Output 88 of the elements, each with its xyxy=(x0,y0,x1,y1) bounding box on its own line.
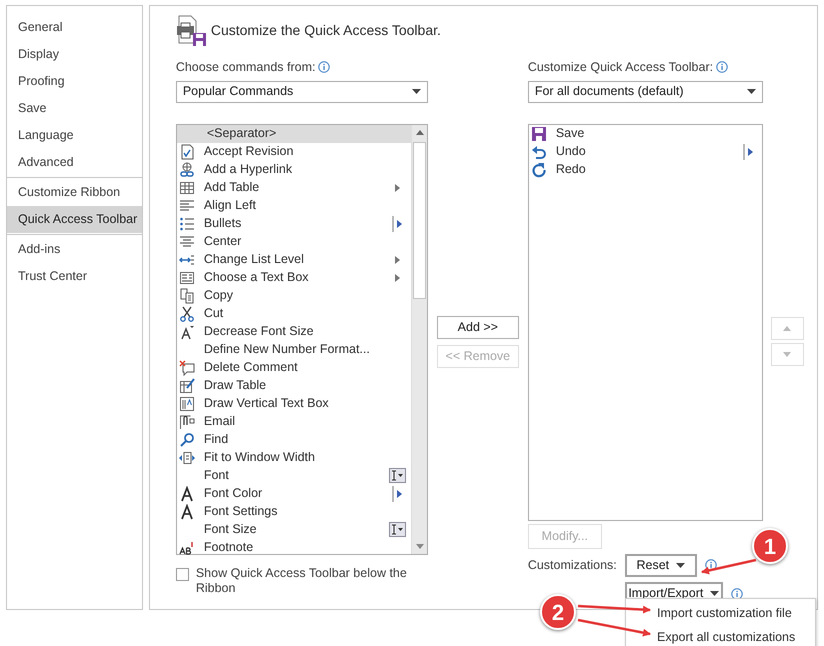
submenu-arrow-icon xyxy=(395,256,400,264)
list-item[interactable]: Decrease Font Size xyxy=(176,322,411,341)
section-title: Customize the Quick Access Toolbar. xyxy=(210,20,441,40)
submenu-arrow-icon xyxy=(395,274,400,282)
up-arrow-icon xyxy=(783,326,792,331)
field-label: Choose commands from: xyxy=(176,59,316,76)
sidebar-item[interactable]: Add-ins xyxy=(7,236,142,263)
scissors-icon xyxy=(178,306,195,322)
redo-arrow-icon xyxy=(530,162,547,178)
table-icon xyxy=(178,180,195,196)
vertical-text-box-icon xyxy=(178,396,195,412)
letter-icon xyxy=(178,486,195,502)
list-item[interactable]: Center xyxy=(176,232,411,251)
split-arrow-icon xyxy=(392,486,404,502)
split-arrow-icon xyxy=(392,216,404,232)
reset-button[interactable]: Reset xyxy=(624,554,697,577)
text-box-icon xyxy=(178,270,195,286)
list-item[interactable]: Draw Table xyxy=(176,376,411,395)
scroll-down-icon[interactable] xyxy=(416,544,424,549)
toolbar-icon xyxy=(176,14,207,46)
caret-icon xyxy=(676,562,686,568)
field-label: Customizations: xyxy=(528,556,618,574)
list-item[interactable]: <Separator> xyxy=(176,124,411,143)
text-cursor-dropdown-icon xyxy=(389,522,406,538)
checkbox-label: Show Quick Access Toolbar below the Ribbon xyxy=(196,566,408,596)
globe-link-icon xyxy=(178,162,195,178)
scrollbar[interactable] xyxy=(410,124,427,554)
scroll-up-icon[interactable] xyxy=(416,130,424,135)
sidebar-item[interactable]: General xyxy=(7,14,142,41)
list-item[interactable]: Change List Level xyxy=(176,250,411,269)
list-item[interactable]: Copy xyxy=(176,286,411,305)
sidebar-item[interactable]: Save xyxy=(7,95,142,122)
list-item[interactable]: Add Table xyxy=(176,178,411,197)
list-item[interactable]: Redo xyxy=(528,160,762,179)
list-item[interactable]: Delete Comment xyxy=(176,358,411,377)
list-item[interactable]: Save xyxy=(528,124,762,143)
caret-icon xyxy=(412,89,421,94)
list-item[interactable]: Font Size xyxy=(176,520,411,539)
list-item[interactable]: Choose a Text Box xyxy=(176,268,411,287)
add-button[interactable]: Add >> xyxy=(436,316,519,339)
menu-item[interactable]: Export all customizations xyxy=(626,625,815,646)
list-item[interactable]: Find xyxy=(176,430,411,449)
list-item[interactable]: Align Left xyxy=(176,196,411,215)
list-item[interactable]: Add a Hyperlink xyxy=(176,160,411,179)
checkbox[interactable] xyxy=(176,568,189,581)
fit-width-icon xyxy=(178,450,195,466)
sidebar-item[interactable]: Proofing xyxy=(7,68,142,95)
bullets-icon xyxy=(178,216,195,232)
list-item[interactable]: Fit to Window Width xyxy=(176,448,411,467)
annotation-badge: 1 xyxy=(752,528,788,564)
field-label: Customize Quick Access Toolbar: xyxy=(528,59,714,76)
list-item[interactable]: Email xyxy=(176,412,411,431)
submenu-arrow-icon xyxy=(395,184,400,192)
list-item[interactable]: Undo xyxy=(528,142,762,161)
commands-dropdown[interactable]: Popular Commands xyxy=(176,80,428,103)
info-icon xyxy=(716,61,728,74)
list-item[interactable]: Font Settings xyxy=(176,502,411,521)
list-item[interactable]: Font Color xyxy=(176,484,411,503)
caret-icon xyxy=(746,89,756,94)
down-arrow-icon xyxy=(783,352,792,357)
list-item[interactable]: Draw Vertical Text Box xyxy=(176,394,411,413)
text-cursor-dropdown-icon xyxy=(389,468,406,484)
document-check-icon xyxy=(178,144,195,160)
font-size-icon xyxy=(178,324,195,340)
sidebar-item[interactable]: Customize Ribbon xyxy=(7,179,142,206)
copy-icon xyxy=(178,288,195,304)
sidebar-item[interactable]: Advanced xyxy=(7,149,142,176)
letter-icon xyxy=(178,504,195,520)
list-item[interactable]: Accept Revision xyxy=(176,142,411,161)
list-item[interactable]: Cut xyxy=(176,304,411,323)
footnote-icon xyxy=(178,540,195,556)
annotation-arrow xyxy=(701,558,756,574)
comment-delete-icon xyxy=(178,360,195,376)
sidebar-item[interactable]: Trust Center xyxy=(7,263,142,290)
sidebar-item[interactable]: Language xyxy=(7,122,142,149)
list-item[interactable]: Define New Number Format... xyxy=(176,340,411,359)
list-item[interactable]: Footnote xyxy=(176,538,411,557)
draw-table-icon xyxy=(178,378,195,394)
search-icon xyxy=(178,432,195,448)
toolbar-scope-dropdown[interactable]: For all documents (default) xyxy=(528,80,763,103)
undo-arrow-icon xyxy=(530,144,547,160)
sidebar-item[interactable]: Quick Access Toolbar xyxy=(7,206,142,233)
sidebar-item[interactable]: Display xyxy=(7,41,142,68)
info-icon xyxy=(318,61,330,74)
list-item[interactable]: Bullets xyxy=(176,214,411,233)
list-item[interactable]: Font xyxy=(176,466,411,485)
annotation-badge: 2 xyxy=(540,594,576,630)
split-arrow-icon xyxy=(743,144,754,160)
